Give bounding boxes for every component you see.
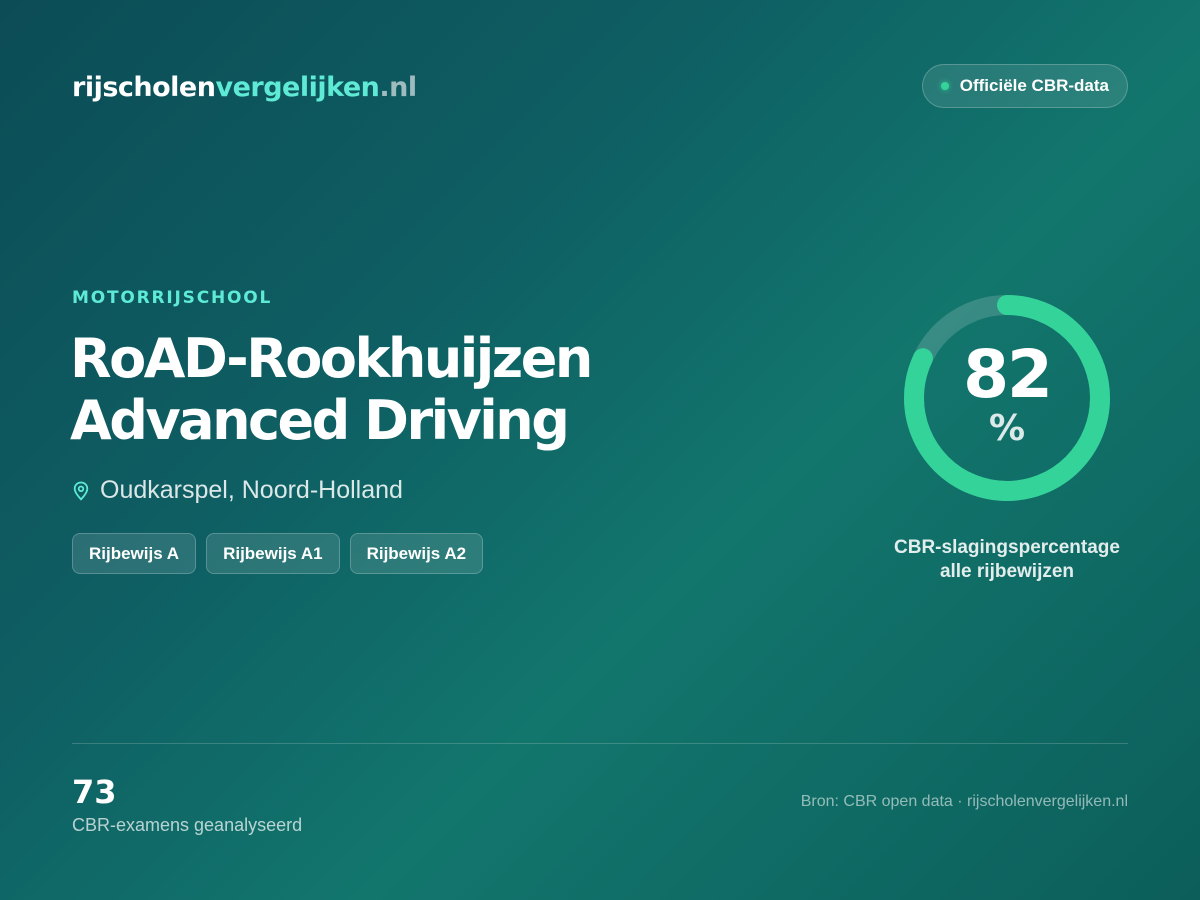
pass-rate-unit: %	[988, 408, 1026, 449]
exam-count-label: CBR-examens geanalyseerd	[72, 815, 303, 835]
license-tag: Rijbewijs A	[72, 533, 197, 574]
logo-part-tld: .nl	[379, 72, 417, 103]
exam-count: 73	[72, 773, 117, 811]
map-pin-icon	[73, 481, 89, 501]
pass-rate-value: 82	[963, 336, 1053, 413]
school-location-text: Oudkarspel, Noord-Holland	[100, 476, 403, 504]
pass-rate-caption-line2: alle rijbewijzen	[939, 561, 1075, 582]
school-location: Oudkarspel, Noord-Holland	[72, 476, 403, 505]
license-tag: Rijbewijs A2	[349, 533, 484, 574]
logo-part-rijscholen: rijscholen	[72, 72, 216, 103]
school-category: MOTORRIJSCHOOL	[72, 288, 273, 308]
official-data-badge: Officiële CBR-data	[921, 64, 1128, 108]
pass-rate-caption-line1: CBR-slagingspercentage	[894, 537, 1120, 558]
footer-divider	[72, 743, 1128, 744]
license-tag: Rijbewijs A1	[206, 533, 340, 574]
official-data-badge-label: Officiële CBR-data	[959, 76, 1109, 95]
status-dot-icon	[940, 82, 949, 90]
school-name: RoAD-Rookhuijzen Advanced Driving	[70, 327, 593, 452]
pass-rate-caption: CBR-slagingspercentage alle rijbewijzen	[862, 536, 1152, 584]
pass-rate-gauge: 82	[903, 294, 1111, 502]
logo-part-vergelijken: vergelijken	[215, 72, 380, 103]
site-logo[interactable]: rijscholenvergelijken.nl	[72, 70, 417, 106]
license-list: Rijbewijs A Rijbewijs A1 Rijbewijs A2	[72, 533, 484, 574]
data-source: Bron: CBR open data · rijscholenvergelij…	[800, 793, 1128, 810]
